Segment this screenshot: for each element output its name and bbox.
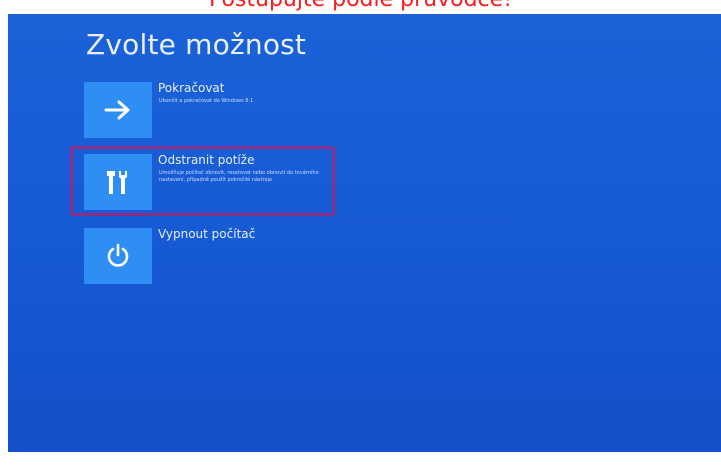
recovery-screen: Zvolte možnost Pokračovat Ukončit a pokr… bbox=[8, 14, 721, 452]
shutdown-tile[interactable] bbox=[84, 228, 152, 284]
shutdown-label[interactable]: Vypnout počítač bbox=[158, 227, 255, 241]
bottom-margin bbox=[0, 452, 721, 466]
instruction-caption: Postupujte podle průvodce! bbox=[0, 0, 721, 13]
arrow-right-icon bbox=[104, 100, 130, 120]
continue-description: Ukončit a pokračovat do Windows 8.1 bbox=[159, 98, 254, 104]
page-title: Zvolte možnost bbox=[86, 28, 307, 61]
power-icon bbox=[107, 243, 129, 267]
highlight-frame bbox=[70, 146, 335, 216]
continue-label[interactable]: Pokračovat bbox=[158, 81, 225, 95]
continue-tile[interactable] bbox=[84, 82, 152, 138]
